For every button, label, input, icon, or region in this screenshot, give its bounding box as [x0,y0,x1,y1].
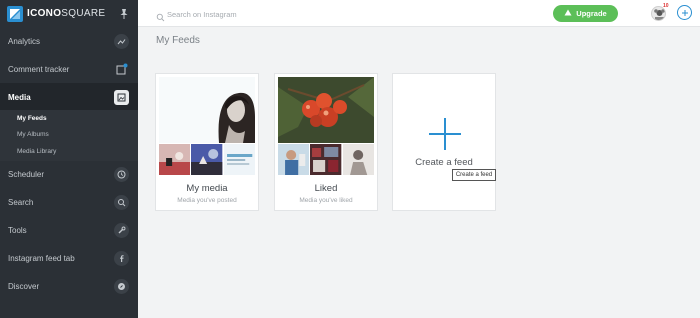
thumbnail-strip [159,144,255,175]
sidebar-item-media[interactable]: Media [0,83,138,111]
clock-icon [114,166,129,182]
media-icon [114,89,129,105]
sidebar-item-scheduler[interactable]: Scheduler [0,160,138,188]
sidebar-item-label: Tools [8,225,27,235]
persimmon-image [278,77,374,143]
logo-bold: ICONO [27,8,62,19]
sidebar-item-discover[interactable]: Discover [0,272,138,300]
tooltip: Create a feed [452,169,496,181]
card-title: My media [186,183,228,194]
upgrade-button[interactable]: Upgrade [553,5,618,22]
comment-icon [114,62,129,77]
portrait-image [159,77,255,143]
sidebar-item-label: Search [8,197,34,207]
sidebar-item-label: Analytics [8,36,41,46]
facebook-icon [114,250,129,266]
up-arrow-icon [564,9,572,18]
thumbnail-image [310,144,342,175]
create-feed-label: Create a feed [415,157,473,168]
iconosquare-logo-icon[interactable] [7,6,23,22]
card-subtitle: Media you've liked [299,197,353,204]
thumbnail-strip [278,144,374,175]
thumbnail-image [342,144,374,175]
sidebar-item-label: Media [8,92,31,102]
notification-badge[interactable]: 10 [663,3,669,9]
trend-icon [114,33,129,49]
thumbnail-image [223,144,255,175]
plus-icon [428,117,462,151]
subnav-my-feeds[interactable]: My Feeds [17,115,47,122]
compass-icon [114,278,129,294]
media-subnav: My Feeds My Albums Media Library [0,110,138,161]
sidebar-item-label: Instagram feed tab [8,253,75,263]
sidebar: ICONOSQUARE Analytics Comment tracker Me… [0,0,138,318]
thumbnail-image [191,144,223,175]
feed-card-my-media[interactable]: My media Media you've posted [155,73,259,211]
feed-card-liked[interactable]: Liked Media you've liked [274,73,378,211]
thumbnail-image [278,144,310,175]
subnav-media-library[interactable]: Media Library [17,148,56,155]
pin-icon[interactable] [119,7,129,19]
search-icon [156,9,165,22]
create-feed-card[interactable]: Create a feed [392,73,496,211]
sidebar-item-label: Scheduler [8,169,45,179]
logo-bar: ICONOSQUARE [0,0,138,27]
sidebar-item-tools[interactable]: Tools [0,216,138,244]
logo-light: SQUARE [61,8,106,19]
add-icon[interactable] [677,5,692,20]
sidebar-item-search[interactable]: Search [0,188,138,216]
top-bar: Upgrade 10 [138,0,700,27]
page-title: My Feeds [156,35,200,46]
thumbnail-image [159,144,191,175]
sidebar-item-instagram-feed-tab[interactable]: Instagram feed tab [0,244,138,272]
subnav-my-albums[interactable]: My Albums [17,131,49,138]
upgrade-label: Upgrade [576,9,607,18]
card-subtitle: Media you've posted [177,197,237,204]
search-input[interactable] [167,7,367,21]
card-title: Liked [314,183,338,194]
wrench-icon [114,222,129,238]
search-icon [114,194,129,210]
logo-text[interactable]: ICONOSQUARE [27,8,105,19]
sidebar-item-analytics[interactable]: Analytics [0,27,138,55]
sidebar-item-label: Discover [8,281,40,291]
sidebar-item-label: Comment tracker [8,64,70,74]
sidebar-item-comment-tracker[interactable]: Comment tracker [0,55,138,83]
